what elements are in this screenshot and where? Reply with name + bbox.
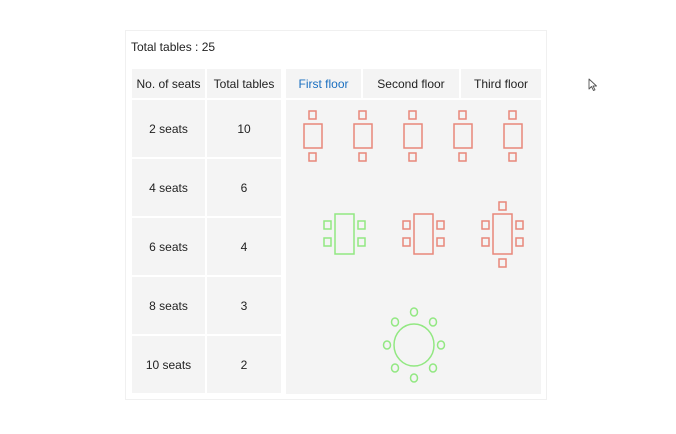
row-seats: 4 seats (132, 159, 205, 216)
table-4-seats-available[interactable] (323, 213, 366, 255)
mouse-pointer-icon (588, 78, 597, 91)
row-seats: 8 seats (132, 277, 205, 334)
table-4-seats[interactable] (402, 213, 445, 255)
tab-second-floor[interactable]: Second floor (363, 69, 459, 98)
total-tables-label: Total tables : 25 (131, 40, 216, 54)
table-2-seats[interactable] (303, 110, 323, 162)
row-seats: 10 seats (132, 336, 205, 393)
tab-third-floor[interactable]: Third floor (461, 69, 541, 98)
floor-plan-canvas (303, 110, 524, 383)
tab-first-floor[interactable]: First floor (286, 69, 361, 98)
table-2-seats[interactable] (403, 110, 423, 162)
header-seats: No. of seats (132, 69, 205, 98)
row-total: 6 (207, 159, 281, 216)
table-2-seats[interactable] (453, 110, 473, 162)
header-total: Total tables (207, 69, 281, 98)
row-total: 4 (207, 218, 281, 275)
row-seats: 6 seats (132, 218, 205, 275)
floor-plan (286, 100, 541, 394)
row-total: 10 (207, 100, 281, 157)
row-total: 3 (207, 277, 281, 334)
table-2-seats[interactable] (353, 110, 373, 162)
row-total: 2 (207, 336, 281, 393)
table-2-seats[interactable] (503, 110, 523, 162)
table-10-seats-available[interactable] (382, 307, 446, 383)
row-seats: 2 seats (132, 100, 205, 157)
table-6-seats[interactable] (481, 201, 524, 268)
